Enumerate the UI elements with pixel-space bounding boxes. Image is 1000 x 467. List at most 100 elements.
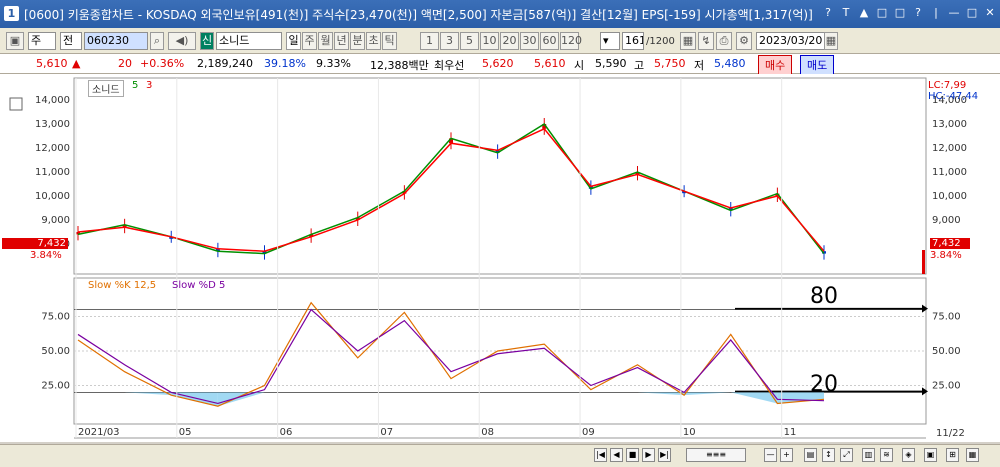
chart-type-icon-1[interactable]: ▤: [804, 448, 817, 462]
window-btn-5[interactable]: ?: [912, 6, 924, 20]
chart-type-icon-6[interactable]: ◈: [902, 448, 915, 462]
prev-icon[interactable]: ◀: [610, 448, 623, 462]
window-btn-3[interactable]: □: [876, 6, 888, 20]
price-ytick-left: 14,000: [35, 95, 70, 106]
sell-button[interactable]: 매도: [800, 55, 835, 75]
period-tab-1[interactable]: 주: [302, 32, 317, 50]
code-input[interactable]: 060230: [84, 32, 148, 50]
legend-ma2: 3: [146, 80, 153, 91]
calendar-icon[interactable]: ▦: [824, 32, 838, 50]
price-ytick-left: 11,000: [35, 167, 70, 178]
window-btn-0[interactable]: ?: [822, 6, 834, 20]
chart-window: 1 [0600] 키움종합차트 - KOSDAQ 외국인보유[491(천)] 주…: [0, 0, 1000, 467]
scroll-slider[interactable]: ≡≡≡: [686, 448, 746, 462]
high-label: 고: [634, 59, 645, 72]
x-tick-label: 05: [179, 427, 192, 438]
legend-ma1: 5: [132, 80, 139, 91]
chart-type-icon-4[interactable]: ▥: [862, 448, 875, 462]
x-tick-label: 09: [582, 427, 595, 438]
stoch-ytick-left: 50.00: [41, 346, 70, 357]
chart-area[interactable]: 14,000 14,000 13,000 13,000 12,000 12,000 11,0…: [0, 74, 1000, 442]
price-marker-right: 7,432: [930, 238, 970, 249]
chart-svg[interactable]: 14,000 14,00013,000 13,00012,000 12,00011,0…: [0, 74, 1000, 442]
lc-label: LC:7,99: [928, 80, 967, 91]
window-btn-9[interactable]: ✕: [984, 6, 996, 20]
tool-icon-2[interactable]: ↯: [698, 32, 714, 50]
chart-type-icon-8[interactable]: ⊞: [946, 448, 959, 462]
legend-k: Slow %K 12,5: [88, 280, 157, 291]
best-ask: 5,620: [482, 57, 514, 70]
change-rate: +0.36%: [140, 57, 185, 70]
next-icon[interactable]: ▶: [642, 448, 655, 462]
interval-btn-7[interactable]: 120: [560, 32, 582, 50]
period-tab-3[interactable]: 년: [334, 32, 349, 50]
period-tab-2[interactable]: 월: [318, 32, 333, 50]
oversold-fill: [124, 392, 172, 396]
chart-type-icon-9[interactable]: ▦: [966, 448, 979, 462]
current-price: 5,610: [36, 57, 68, 70]
count-input[interactable]: 161: [622, 32, 644, 50]
period-tab-6[interactable]: 틱: [382, 32, 397, 50]
period-tab-4[interactable]: 분: [350, 32, 365, 50]
price-ytick-right: 10,000: [932, 191, 967, 202]
price-ytick-right: 11,000: [932, 167, 967, 178]
annotation-80: 80: [810, 284, 838, 309]
title-bar: 1 [0600] 키움종합차트 - KOSDAQ 외국인보유[491(천)] 주…: [0, 0, 1000, 28]
date-input[interactable]: 2023/03/20: [756, 32, 830, 50]
window-title: [0600] 키움종합차트 - KOSDAQ 외국인보유[491(천)] 주식수…: [24, 8, 813, 22]
window-btn-4[interactable]: □: [894, 6, 906, 20]
stoch-ytick-right: 75.00: [932, 312, 961, 323]
mode2-select[interactable]: 전: [60, 32, 82, 50]
annotation-20: 20: [810, 372, 838, 397]
window-btn-1[interactable]: T: [840, 6, 852, 20]
zoom-out-icon[interactable]: —: [764, 448, 777, 462]
arrow-head-80: [922, 304, 928, 313]
interval-btn-5[interactable]: 30: [520, 32, 539, 50]
interval-btn-1[interactable]: 3: [440, 32, 459, 50]
stoch-ytick-left: 25.00: [41, 381, 70, 392]
interval-btn-2[interactable]: 5: [460, 32, 479, 50]
app-icon: 1: [4, 6, 19, 21]
period-tab-5[interactable]: 초: [366, 32, 381, 50]
legend-stock: 소니드: [88, 80, 124, 97]
window-controls: ? T ▲ □ □? | — □ ✕: [822, 6, 996, 20]
last-icon[interactable]: ▶|: [658, 448, 671, 462]
tool-icon-1[interactable]: ▦: [680, 32, 696, 50]
price-ytick-right: 9,000: [932, 215, 961, 226]
price-ytick-left: 10,000: [35, 191, 70, 202]
x-right-label: 11/22: [936, 428, 965, 439]
up-arrow-icon: ▲: [72, 57, 81, 70]
zoom-in-icon[interactable]: +: [780, 448, 793, 462]
chart-type-icon-5[interactable]: ≋: [880, 448, 893, 462]
grid-toggle-icon: [9, 97, 23, 111]
interval-btn-3[interactable]: 10: [480, 32, 499, 50]
chart-type-icon-3[interactable]: ⤢: [840, 448, 853, 462]
x-tick-label: 07: [380, 427, 393, 438]
search-icon[interactable]: ⌕: [150, 32, 164, 50]
dropdown-icon[interactable]: ▾: [600, 32, 620, 50]
chart-type-icon-2[interactable]: ↕: [822, 448, 835, 462]
period-tab-0[interactable]: 일: [286, 32, 301, 50]
chart-type-icon-7[interactable]: ▣: [924, 448, 937, 462]
mode1-select[interactable]: 주: [28, 32, 56, 50]
buy-button[interactable]: 매수: [758, 55, 793, 75]
high-price: 5,750: [654, 57, 686, 70]
interval-btn-0[interactable]: 1: [420, 32, 439, 50]
window-btn-2[interactable]: ▲: [858, 6, 870, 20]
gear-icon[interactable]: ⚙: [736, 32, 752, 50]
stoch-d-line: [77, 308, 825, 405]
stop-icon[interactable]: ■: [626, 448, 639, 462]
legend-d: Slow %D 5: [172, 280, 226, 291]
first-icon[interactable]: |◀: [594, 448, 607, 462]
layout-icon[interactable]: ▣: [6, 32, 24, 50]
open-price: 5,590: [595, 57, 627, 70]
interval-btn-6[interactable]: 60: [540, 32, 559, 50]
interval-btn-4[interactable]: 20: [500, 32, 519, 50]
pct-left: 3.84%: [30, 250, 62, 261]
pct-right: 3.84%: [930, 250, 962, 261]
sound-icon[interactable]: ◀): [168, 32, 196, 50]
window-btn-8[interactable]: □: [966, 6, 978, 20]
print-icon[interactable]: ⎙: [716, 32, 732, 50]
window-btn-7[interactable]: —: [948, 6, 960, 20]
window-btn-6[interactable]: |: [930, 6, 942, 20]
